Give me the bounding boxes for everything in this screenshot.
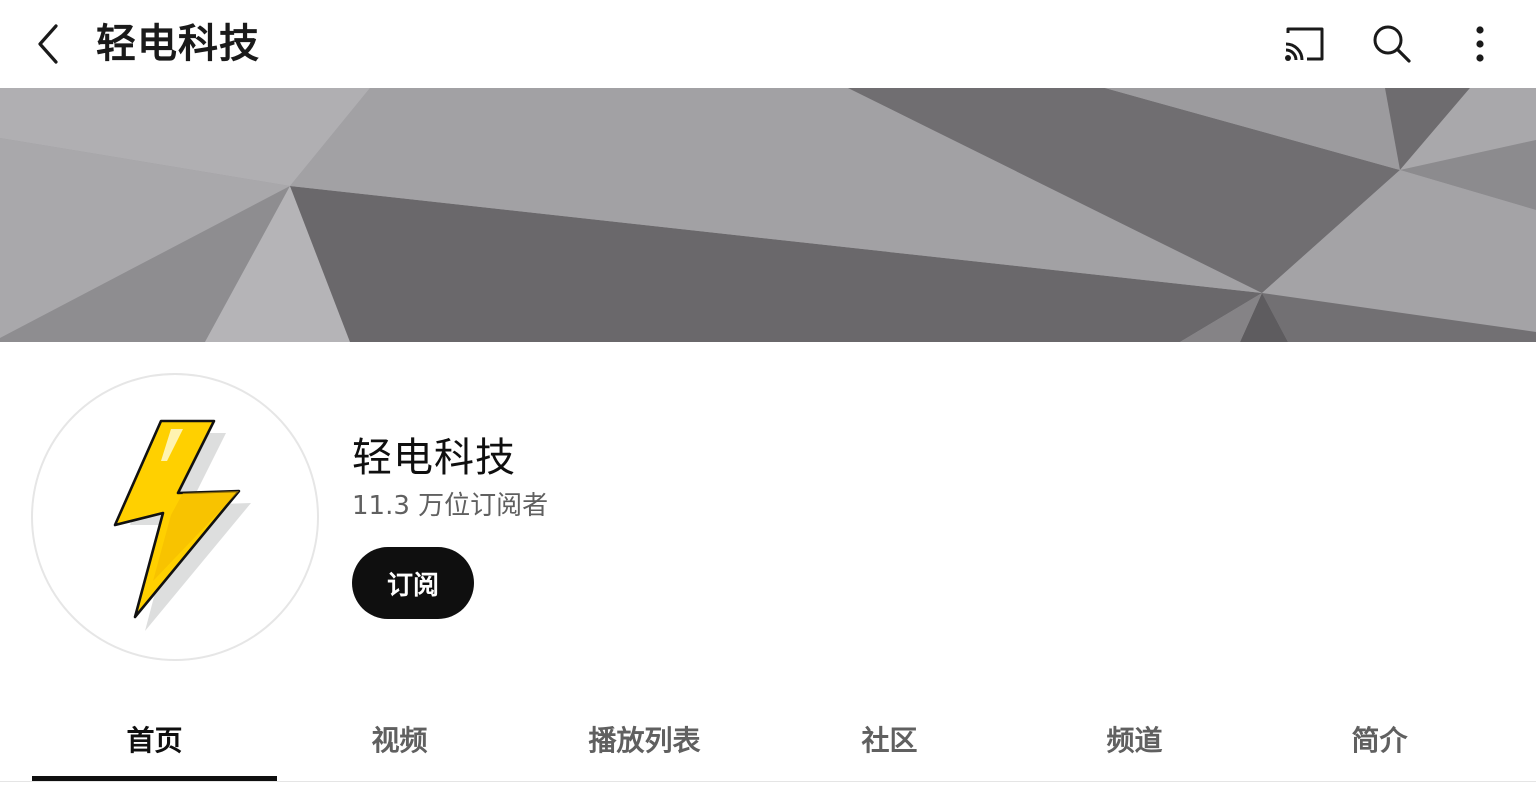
more-vert-icon xyxy=(1476,26,1484,62)
channel-name: 轻电科技 xyxy=(352,435,516,481)
back-button[interactable] xyxy=(22,14,74,74)
page-title: 轻电科技 xyxy=(96,21,260,67)
tab-about[interactable]: 简介 xyxy=(1257,700,1502,778)
channel-page: 轻电科技 轻电科技 11.3 万位订阅者 订阅 首页 视频 播放列表 社区 频道… xyxy=(0,0,1536,796)
more-options-button[interactable] xyxy=(1450,14,1510,74)
chevron-left-icon xyxy=(38,24,58,64)
tab-community[interactable]: 社区 xyxy=(767,700,1012,778)
subscribe-button[interactable]: 订阅 xyxy=(352,547,474,619)
lightning-bolt-icon xyxy=(113,419,251,631)
tab-videos[interactable]: 视频 xyxy=(277,700,522,778)
top-app-bar: 轻电科技 xyxy=(0,0,1536,88)
channel-tabs: 首页 视频 播放列表 社区 频道 简介 xyxy=(0,700,1536,782)
tab-playlists[interactable]: 播放列表 xyxy=(522,700,767,778)
search-icon xyxy=(1373,25,1411,63)
tabs-divider xyxy=(0,781,1536,782)
cast-button[interactable] xyxy=(1274,14,1334,74)
tab-channels[interactable]: 频道 xyxy=(1012,700,1257,778)
cast-icon xyxy=(1285,27,1324,61)
search-button[interactable] xyxy=(1362,14,1422,74)
subscriber-count: 11.3 万位订阅者 xyxy=(352,491,549,521)
tab-home[interactable]: 首页 xyxy=(32,700,277,778)
banner-image xyxy=(0,88,1536,342)
channel-banner xyxy=(0,88,1536,342)
channel-avatar xyxy=(31,373,319,661)
